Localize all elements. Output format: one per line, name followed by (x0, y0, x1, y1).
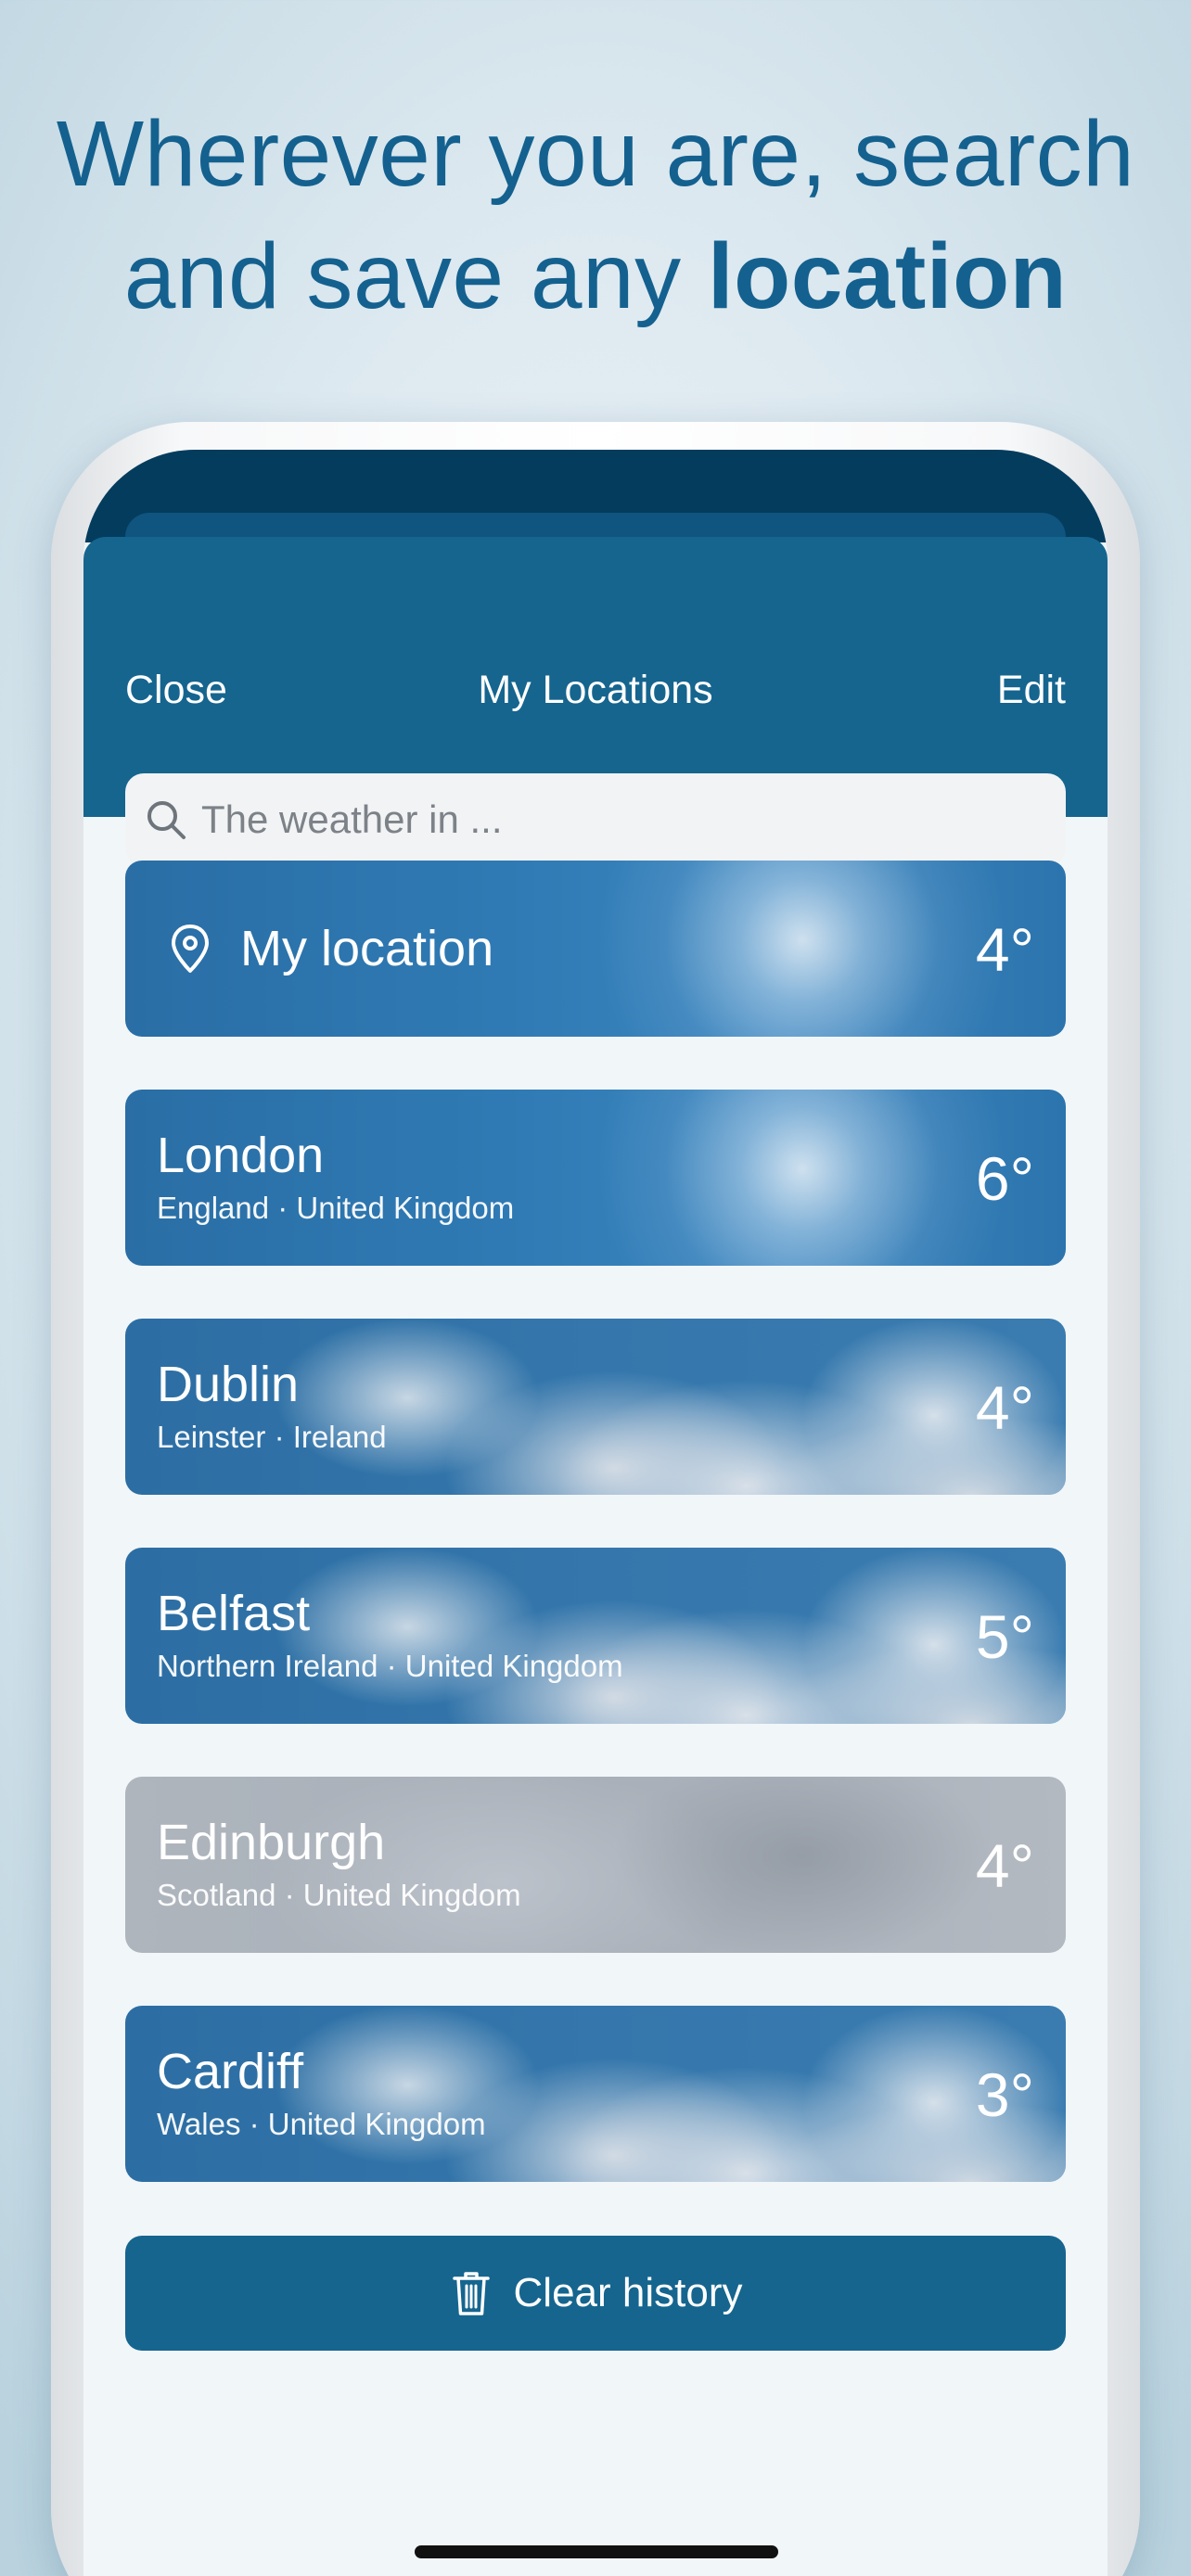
location-region: Northern Ireland · United Kingdom (157, 1649, 623, 1683)
location-temperature: 4° (975, 1831, 1034, 1900)
location-region: England · United Kingdom (157, 1191, 515, 1225)
edit-button[interactable]: Edit (997, 667, 1066, 713)
location-card-cardiff[interactable]: Cardiff Wales · United Kingdom 3° (125, 2006, 1066, 2182)
clear-history-button[interactable]: Clear history (125, 2236, 1066, 2351)
promo-headline: Wherever you are, search and save any lo… (0, 93, 1191, 338)
location-name: Cardiff (157, 2044, 304, 2099)
location-temperature: 4° (975, 915, 1034, 984)
search-bar[interactable] (125, 773, 1066, 866)
location-temperature: 4° (975, 1373, 1034, 1442)
location-card-belfast[interactable]: Belfast Northern Ireland · United Kingdo… (125, 1548, 1066, 1724)
search-input[interactable] (201, 773, 1036, 866)
location-name: Dublin (157, 1357, 300, 1412)
location-region: Wales · United Kingdom (157, 2107, 486, 2141)
locations-header: Close My Locations Edit (83, 537, 1108, 866)
location-card-london[interactable]: London England · United Kingdom 6° (125, 1090, 1066, 1266)
page-title: My Locations (478, 668, 713, 712)
my-location-card[interactable]: My location 4° (125, 861, 1066, 1037)
map-pin-icon (172, 925, 209, 973)
location-temperature: 6° (975, 1144, 1034, 1213)
phone-screen: Close My Locations Edit My location 4° L… (83, 450, 1108, 2576)
headline-line-2: and save any location (0, 215, 1191, 338)
clear-history-label: Clear history (513, 2270, 743, 2315)
location-card-edinburgh[interactable]: Edinburgh Scotland · United Kingdom 4° (125, 1777, 1066, 1953)
location-card-dublin[interactable]: Dublin Leinster · Ireland 4° (125, 1319, 1066, 1495)
headline-line-2-text: and save any (123, 224, 708, 328)
clear-history-content: Clear history (125, 2236, 1066, 2351)
search-icon (147, 801, 186, 839)
location-name: London (157, 1128, 325, 1183)
location-region: Leinster · Ireland (157, 1420, 387, 1454)
location-name: Edinburgh (157, 1815, 386, 1870)
headline-emphasis: location (707, 224, 1068, 328)
location-temperature: 5° (975, 1602, 1034, 1671)
trash-icon (452, 2272, 490, 2315)
location-region: Scotland · United Kingdom (157, 1878, 521, 1912)
location-temperature: 3° (975, 2060, 1034, 2129)
headline-line-1: Wherever you are, search (56, 102, 1135, 206)
location-name: Belfast (157, 1586, 311, 1641)
home-indicator (415, 2545, 778, 2558)
location-name: My location (240, 921, 494, 976)
